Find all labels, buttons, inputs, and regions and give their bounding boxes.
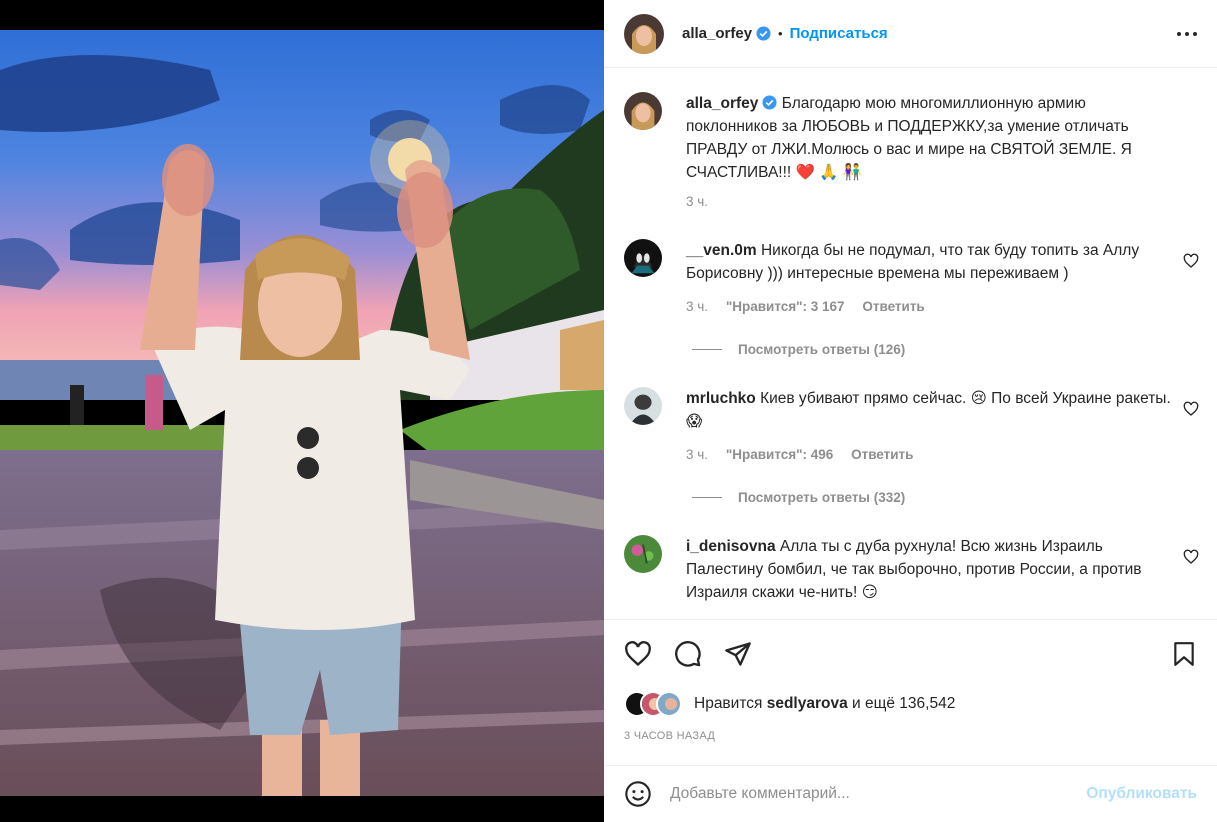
comment-username[interactable]: __ven.0m	[686, 242, 757, 259]
view-replies-label: Посмотреть ответы (126)	[738, 342, 906, 357]
comment-username[interactable]: i_denisovna	[686, 538, 776, 555]
replies-divider-line	[692, 349, 722, 350]
comment-username[interactable]: mrluchko	[686, 390, 756, 407]
liker-avatar	[656, 691, 682, 717]
comments-list[interactable]: alla_orfey Благодарю мою многомиллионную…	[604, 69, 1217, 619]
view-replies-label: Посмотреть ответы (332)	[738, 490, 906, 505]
verified-icon	[756, 26, 771, 41]
view-replies-button[interactable]: Посмотреть ответы (332)	[692, 490, 905, 505]
comment-likes[interactable]: "Нравится": 496	[726, 447, 834, 462]
bookmark-icon[interactable]	[1171, 640, 1197, 668]
comment-item: i_denisovna Алла ты с дуба рухнула! Всю …	[624, 535, 1199, 604]
commenter-avatar[interactable]	[624, 535, 662, 573]
comment-like-heart-icon[interactable]	[1183, 253, 1199, 269]
verified-icon	[762, 95, 777, 110]
comment-time[interactable]: 3 ч.	[686, 447, 708, 462]
comment-text: Киев убивают прямо сейчас. 😢 По всей Укр…	[686, 390, 1171, 430]
add-comment-bar: Добавьте комментарий... Опубликовать	[604, 765, 1217, 822]
post-photo[interactable]	[0, 30, 604, 796]
comment-input[interactable]: Добавьте комментарий...	[670, 785, 1086, 803]
more-options-icon[interactable]	[1175, 22, 1199, 46]
caption-username[interactable]: alla_orfey	[686, 95, 758, 112]
photo-illustration	[0, 30, 604, 796]
post-media[interactable]	[0, 0, 604, 822]
caption: alla_orfey Благодарю мою многомиллионную…	[624, 92, 1199, 210]
follow-button[interactable]: Подписаться	[790, 25, 888, 42]
comment-likes[interactable]: "Нравится": 3 167	[726, 299, 845, 314]
author-username[interactable]: alla_orfey	[682, 25, 752, 42]
comment-time[interactable]: 3 ч.	[686, 299, 708, 314]
emoji-icon[interactable]	[624, 780, 652, 808]
likes-prefix: Нравится	[694, 695, 763, 712]
comment-item: mrluchko Киев убивают прямо сейчас. 😢 По…	[624, 387, 1199, 463]
comment-item: __ven.0m Никогда бы не подумал, что так …	[624, 239, 1199, 315]
reply-button[interactable]: Ответить	[862, 299, 924, 314]
post-header: alla_orfey • Подписаться	[604, 0, 1217, 68]
author-avatar[interactable]	[624, 13, 664, 54]
heart-icon[interactable]	[624, 640, 652, 668]
author-avatar[interactable]	[624, 92, 662, 130]
post-actions: Нравится sedlyarova и ещё 136,542 3 ЧАСО…	[604, 619, 1217, 764]
share-icon[interactable]	[724, 640, 752, 668]
likes-count[interactable]: и ещё 136,542	[852, 695, 955, 712]
liker-username[interactable]: sedlyarova	[767, 695, 848, 712]
view-replies-button[interactable]: Посмотреть ответы (126)	[692, 342, 905, 357]
comment-icon[interactable]	[674, 640, 702, 668]
caption-time[interactable]: 3 ч.	[686, 194, 708, 209]
post-timestamp[interactable]: 3 ЧАСОВ НАЗАД	[624, 730, 715, 742]
comment-like-heart-icon[interactable]	[1183, 401, 1199, 417]
likes-summary: Нравится sedlyarova и ещё 136,542	[624, 691, 955, 717]
post-comment-button[interactable]: Опубликовать	[1086, 785, 1197, 803]
reply-button[interactable]: Ответить	[851, 447, 913, 462]
caption-emoji: ❤️ 🙏 👫	[795, 164, 863, 181]
header-separator: •	[778, 26, 783, 41]
post-panel: alla_orfey • Подписаться alla_orfey Благ…	[604, 0, 1217, 822]
comment-like-heart-icon[interactable]	[1183, 549, 1199, 565]
replies-divider-line	[692, 497, 722, 498]
commenter-avatar[interactable]	[624, 239, 662, 277]
commenter-avatar[interactable]	[624, 387, 662, 425]
